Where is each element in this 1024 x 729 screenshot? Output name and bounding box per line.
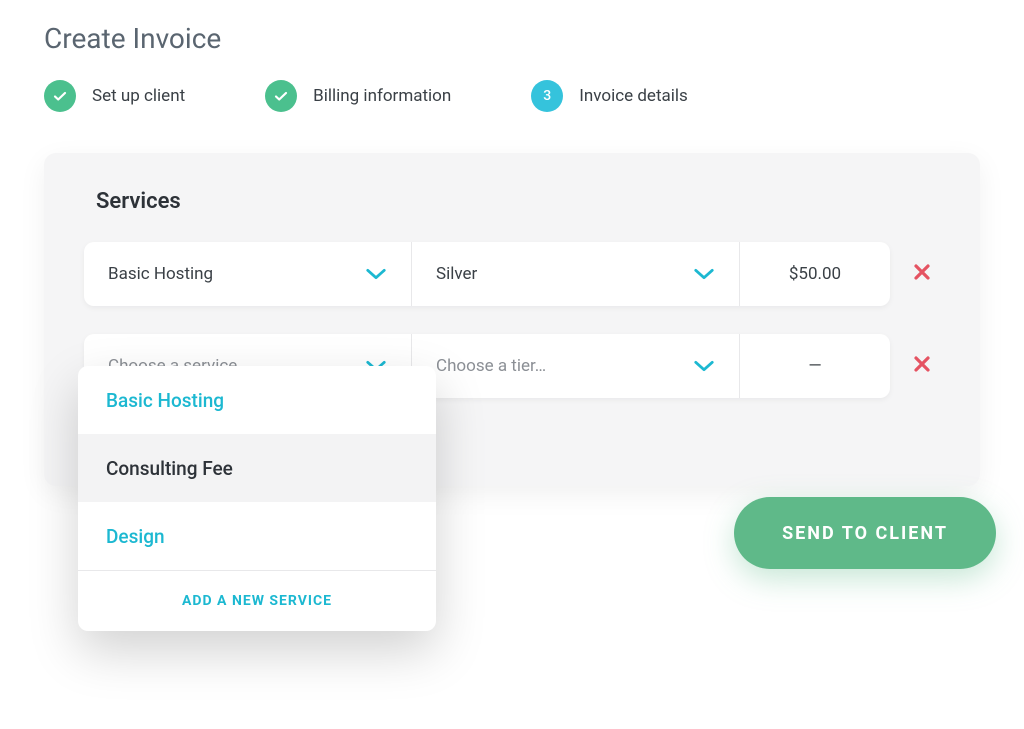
step-setup-client[interactable]: Set up client (44, 80, 185, 112)
delete-row-button[interactable] (904, 242, 940, 306)
dropdown-option-design[interactable]: Design (78, 502, 436, 570)
step-billing-info[interactable]: Billing information (265, 80, 451, 112)
chevron-down-icon (365, 267, 387, 281)
check-icon (265, 80, 297, 112)
add-new-service-button[interactable]: ADD A NEW SERVICE (78, 571, 436, 631)
page-title: Create Invoice (44, 22, 221, 55)
tier-select[interactable]: Silver (412, 242, 740, 306)
service-value: Basic Hosting (108, 264, 213, 284)
stepper: Set up client Billing information 3 Invo… (44, 80, 980, 112)
price-value: — (740, 334, 890, 398)
step-label: Billing information (313, 86, 451, 106)
step-number-badge: 3 (531, 80, 563, 112)
tier-placeholder: Choose a tier… (436, 356, 546, 376)
step-invoice-details[interactable]: 3 Invoice details (531, 80, 688, 112)
chevron-down-icon (693, 267, 715, 281)
service-row-inner: Basic Hosting Silver $50.00 (84, 242, 890, 306)
card-title: Services (96, 189, 940, 214)
tier-select[interactable]: Choose a tier… (412, 334, 740, 398)
price-value: $50.00 (740, 242, 890, 306)
service-select[interactable]: Basic Hosting (84, 242, 412, 306)
tier-value: Silver (436, 264, 477, 284)
dropdown-option-basic-hosting[interactable]: Basic Hosting (78, 366, 436, 434)
send-to-client-button[interactable]: SEND TO CLIENT (734, 497, 996, 569)
chevron-down-icon (693, 359, 715, 373)
step-label: Invoice details (579, 86, 688, 106)
step-label: Set up client (92, 86, 185, 106)
close-icon (913, 263, 931, 285)
check-icon (44, 80, 76, 112)
close-icon (913, 355, 931, 377)
dropdown-option-consulting-fee[interactable]: Consulting Fee (78, 434, 436, 502)
service-row: Basic Hosting Silver $50.00 (84, 242, 940, 306)
delete-row-button[interactable] (904, 334, 940, 398)
service-dropdown: Basic Hosting Consulting Fee Design ADD … (78, 366, 436, 631)
